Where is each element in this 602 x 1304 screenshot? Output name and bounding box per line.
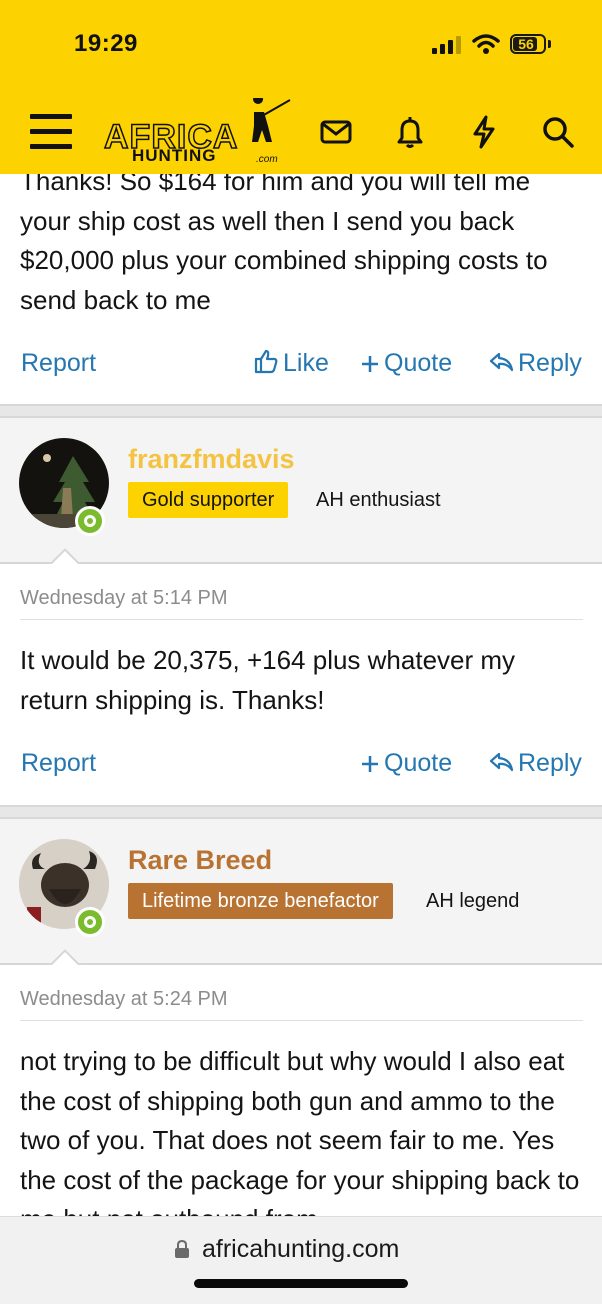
user-rank: AH enthusiast — [316, 489, 441, 511]
search-icon[interactable] — [540, 114, 576, 150]
plus-icon — [362, 356, 378, 372]
post-body: Thanks! So $164 for him and you will tel… — [20, 166, 548, 315]
username[interactable]: Rare Breed — [128, 845, 272, 876]
battery-level: 56 — [518, 36, 534, 52]
post-date[interactable]: Wednesday at 5:24 PM — [20, 988, 228, 1011]
user-rank: AH legend — [426, 890, 520, 912]
reply-label: Reply — [518, 349, 582, 377]
lock-icon — [175, 1239, 189, 1258]
report-link[interactable]: Report — [21, 748, 96, 778]
site-logo[interactable]: AFRICA HUNTING .com — [103, 98, 294, 170]
signal-icon — [432, 36, 462, 54]
online-status-icon — [75, 506, 105, 536]
reply-label: Reply — [518, 749, 582, 777]
bolt-icon[interactable] — [466, 114, 502, 150]
user-block-pointer — [46, 947, 82, 965]
like-label: Like — [283, 349, 329, 377]
quote-button[interactable]: Quote — [360, 348, 452, 378]
thumbs-up-icon — [254, 349, 278, 374]
reply-arrow-icon — [489, 752, 514, 772]
reply-button[interactable]: Reply — [488, 348, 582, 378]
quote-label: Quote — [384, 349, 453, 377]
wifi-icon — [472, 34, 500, 54]
bell-icon[interactable] — [392, 114, 428, 150]
divider — [20, 1020, 583, 1021]
divider — [20, 619, 583, 620]
post-separator — [0, 404, 602, 418]
username[interactable]: franzfmdavis — [128, 444, 295, 475]
reply-button[interactable]: Reply — [488, 748, 582, 778]
report-link[interactable]: Report — [21, 348, 96, 378]
hunter-silhouette-icon — [252, 98, 291, 142]
plus-icon — [362, 756, 378, 772]
quote-button[interactable]: Quote — [360, 748, 452, 778]
reply-arrow-icon — [489, 352, 514, 372]
post-user-block: Rare Breed Lifetime bronze benefactor AH… — [0, 819, 602, 965]
post-body: It would be 20,375, +164 plus whatever m… — [20, 645, 516, 715]
site-header: 19:29 56 AFRICA HUNTING .com — [0, 0, 602, 174]
post-separator — [0, 805, 602, 819]
mail-icon[interactable] — [318, 114, 354, 150]
status-time: 19:29 — [74, 30, 138, 57]
like-button[interactable]: Like — [253, 348, 329, 378]
online-status-icon — [75, 907, 105, 937]
user-badge: Gold supporter — [128, 482, 289, 518]
menu-icon[interactable] — [30, 114, 72, 150]
battery-icon: 56 — [510, 34, 546, 54]
home-indicator[interactable] — [194, 1279, 408, 1288]
user-block-pointer — [46, 546, 82, 564]
user-badge: Lifetime bronze benefactor — [128, 883, 393, 919]
quote-label: Quote — [384, 749, 453, 777]
post-user-block: franzfmdavis Gold supporter AH enthusias… — [0, 418, 602, 564]
browser-address-bar[interactable]: africahunting.com — [0, 1216, 602, 1304]
post-body: not trying to be difficult but why would… — [20, 1046, 580, 1234]
post-date[interactable]: Wednesday at 5:14 PM — [20, 587, 228, 610]
url-text[interactable]: africahunting.com — [202, 1235, 399, 1264]
